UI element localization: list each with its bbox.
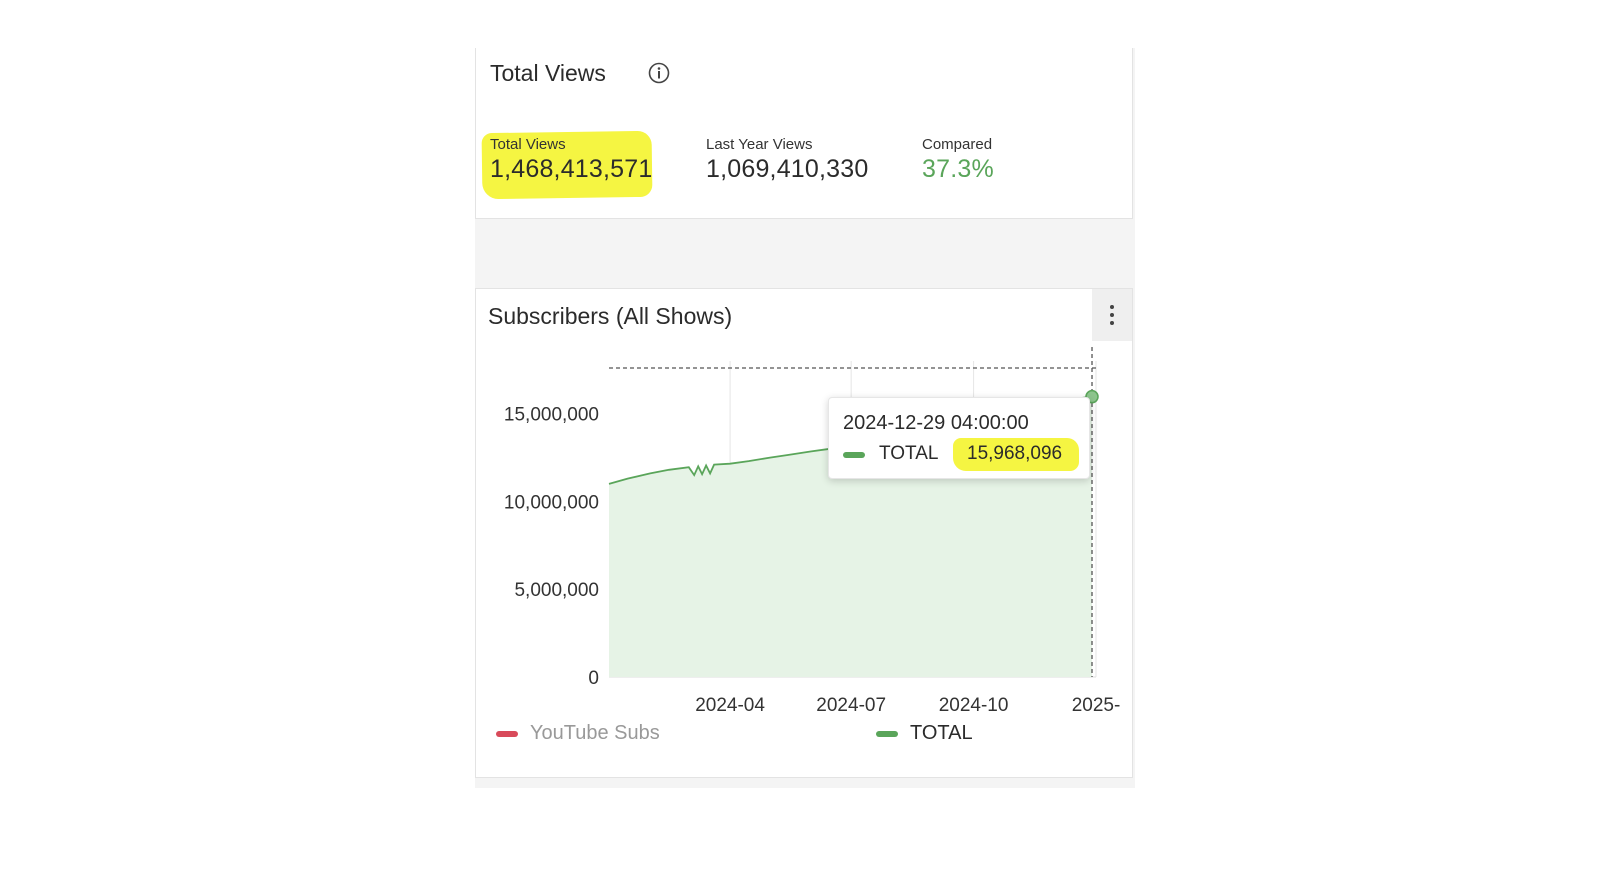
- legend-label: YouTube Subs: [530, 722, 660, 744]
- stat-value: 1,468,413,571: [490, 155, 653, 183]
- y-tick-label: 15,000,000: [504, 405, 599, 426]
- subscribers-card: Subscribers (All Shows) 15,000,000 10,000…: [475, 288, 1133, 778]
- stat-label: Total Views: [490, 136, 566, 153]
- legend-swatch: [496, 730, 518, 737]
- legend-item-total[interactable]: TOTAL: [876, 722, 973, 745]
- tooltip-date: 2024-12-29 04:00:00: [843, 412, 1029, 434]
- legend-label: TOTAL: [910, 722, 973, 744]
- x-tick-label: 2025-: [1072, 695, 1121, 716]
- legend-swatch: [876, 730, 898, 737]
- y-tick-label: 10,000,000: [504, 492, 599, 513]
- x-tick-label: 2024-04: [695, 695, 765, 716]
- total-views-title: Total Views: [490, 60, 606, 86]
- stat-label: Last Year Views: [706, 136, 813, 153]
- total-views-card: Total Views Total Views 1,468,413,571 La…: [475, 48, 1133, 219]
- tooltip-value: 15,968,096: [967, 443, 1063, 464]
- y-tick-label: 0: [588, 668, 599, 689]
- info-circle-icon[interactable]: [648, 62, 670, 84]
- chart-tooltip: 2024-12-29 04:00:00 TOTAL 15,968,096: [828, 397, 1090, 479]
- stat-last-year-views: Last Year Views 1,069,410,330: [706, 136, 868, 184]
- legend-item-youtube-subs[interactable]: YouTube Subs: [496, 722, 660, 745]
- tooltip-series-name: TOTAL: [879, 443, 939, 464]
- x-tick-label: 2024-07: [816, 695, 886, 716]
- subscribers-chart: 15,000,000 10,000,000 5,000,000 0 2024-04 202…: [504, 347, 1121, 716]
- stat-value: 1,069,410,330: [706, 155, 869, 183]
- y-tick-label: 5,000,000: [514, 580, 599, 601]
- stat-compared: Compared 37.3%: [922, 136, 994, 184]
- x-tick-label: 2024-10: [939, 695, 1009, 716]
- tooltip-series-swatch: [843, 452, 865, 458]
- stat-value: 37.3%: [922, 155, 994, 183]
- stat-label: Compared: [922, 136, 993, 153]
- stat-total-views: Total Views 1,468,413,571: [490, 136, 652, 184]
